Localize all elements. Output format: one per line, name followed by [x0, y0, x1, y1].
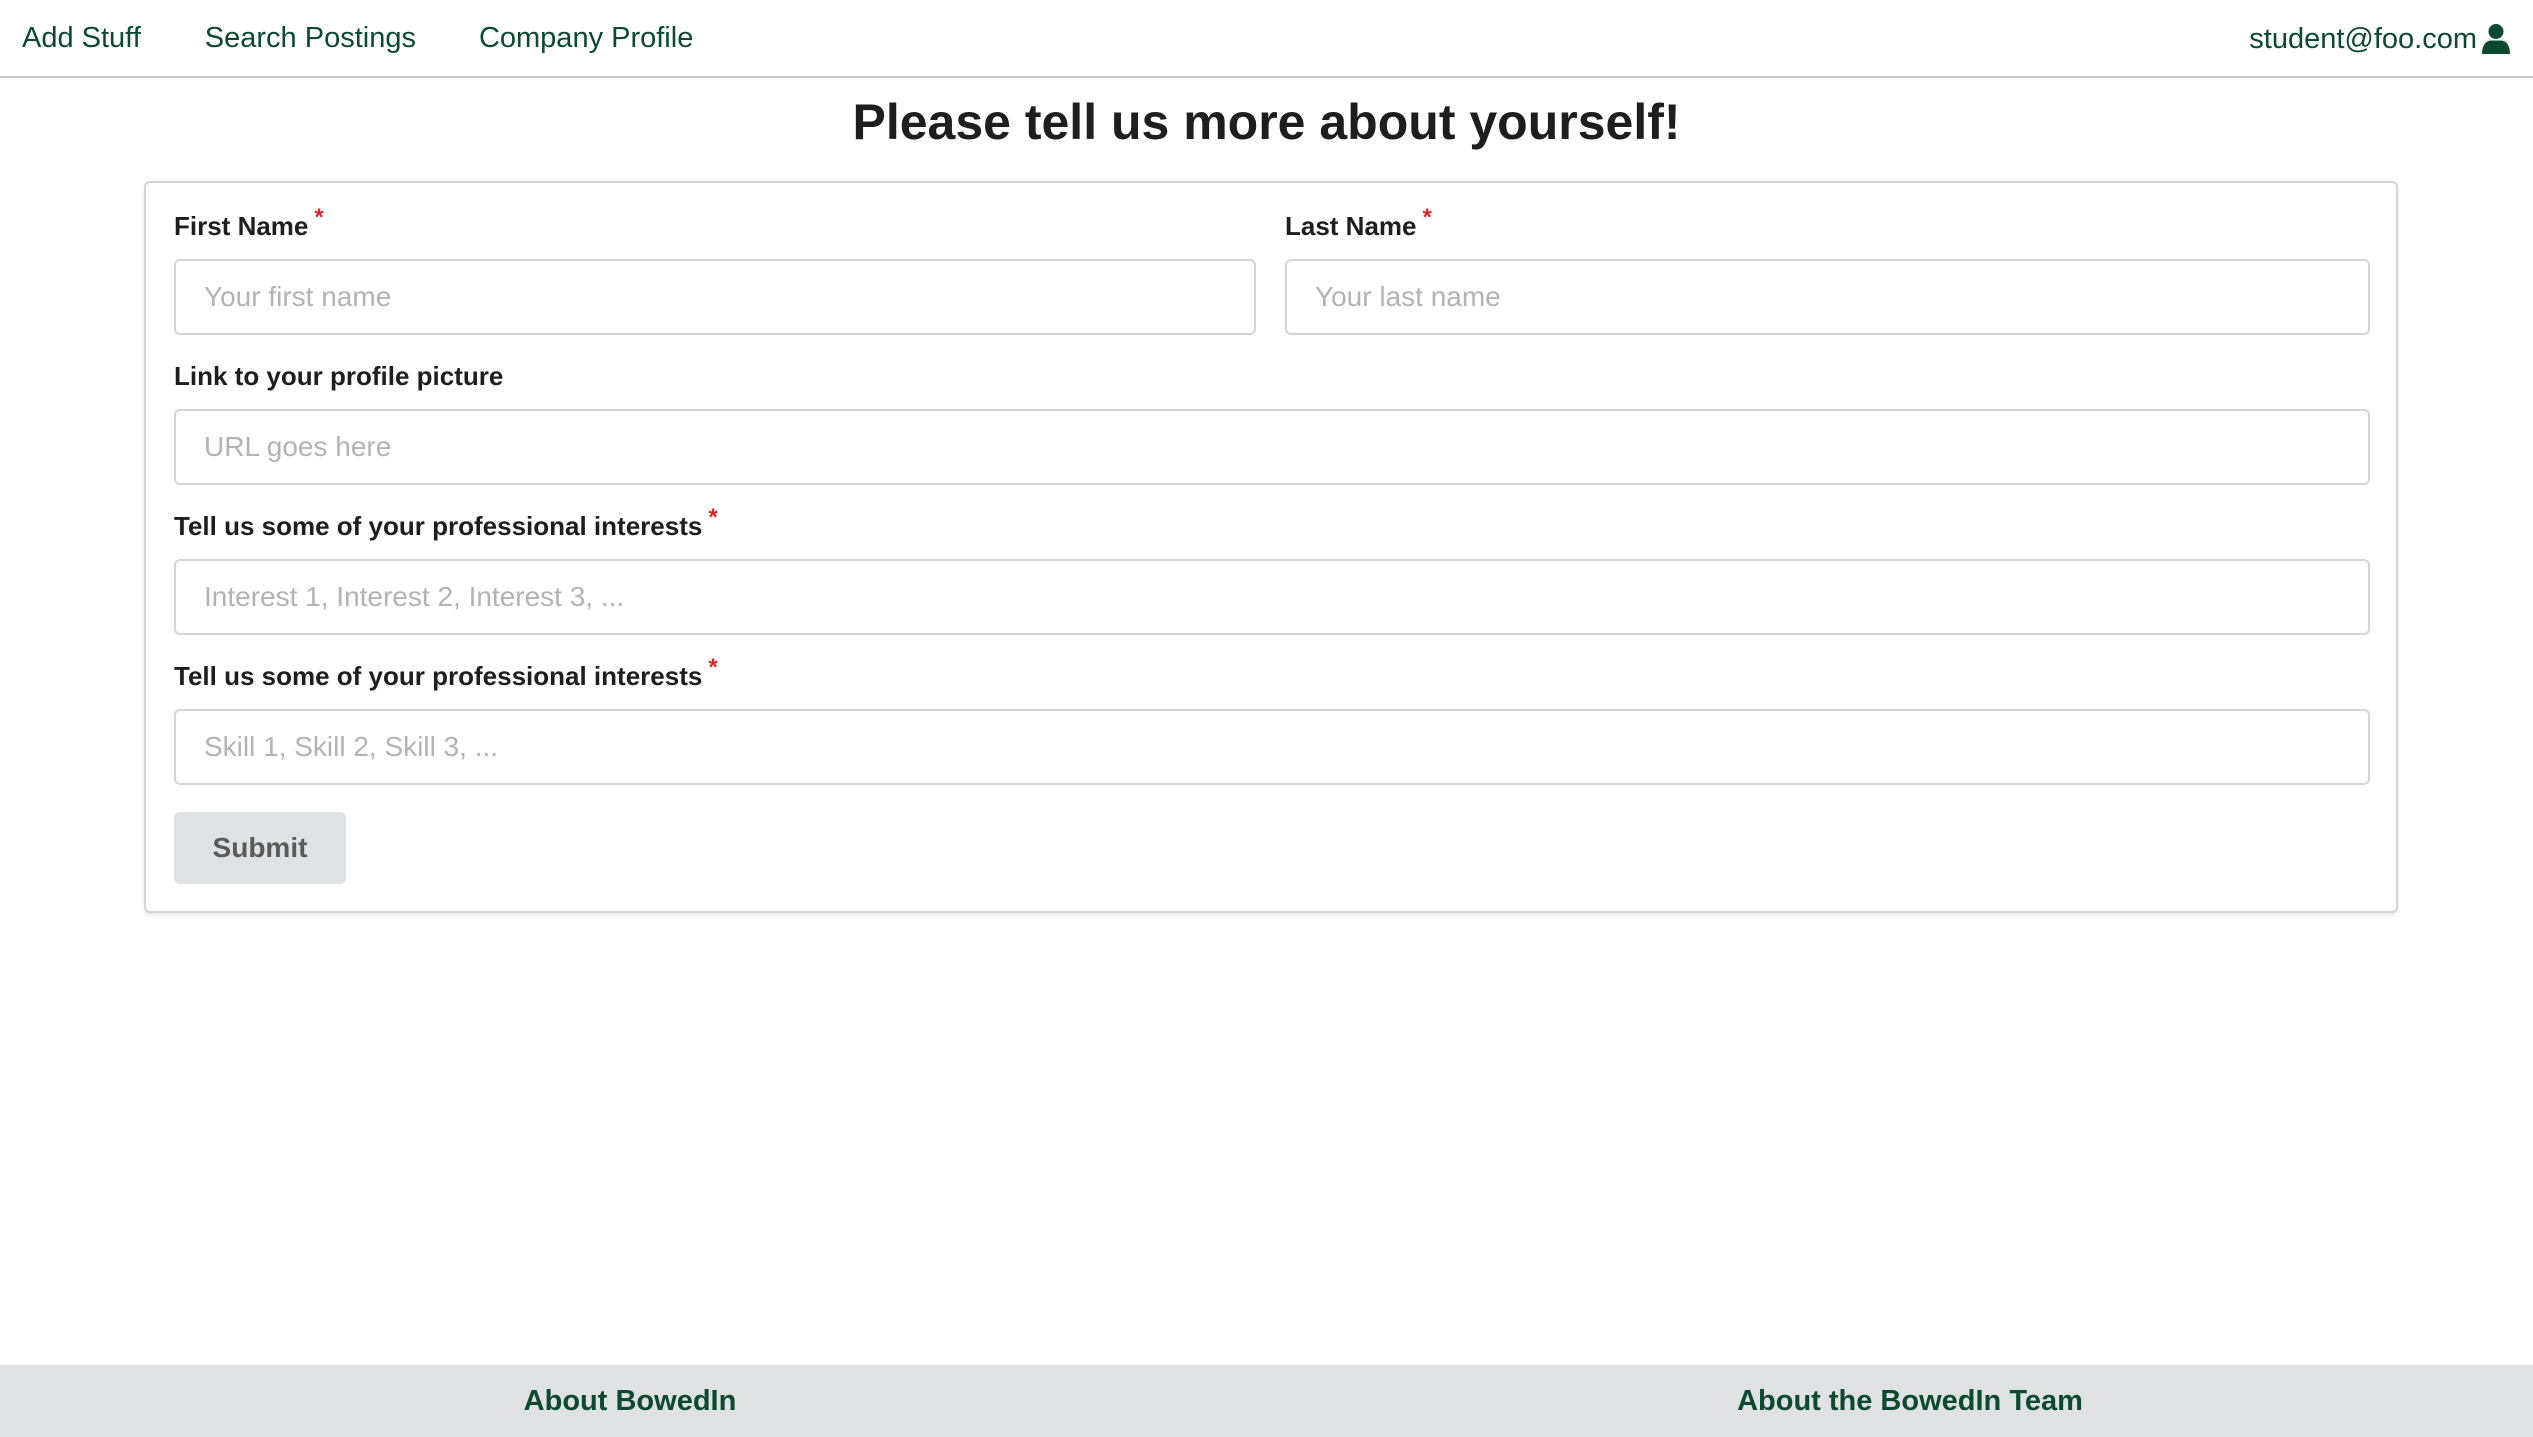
interests-input[interactable]: [174, 559, 2370, 635]
interests-field: Tell us some of your professional intere…: [174, 504, 2370, 635]
required-marker: *: [314, 204, 324, 231]
skills-label: Tell us some of your professional intere…: [174, 661, 703, 691]
nav-link-company-profile[interactable]: Company Profile: [458, 0, 714, 77]
user-menu[interactable]: student@foo.com: [2249, 0, 2511, 78]
footer-link-team[interactable]: About the BowedIn Team: [1737, 1365, 2083, 1437]
submit-button[interactable]: Submit: [174, 812, 346, 884]
required-marker: *: [1422, 204, 1432, 231]
profile-picture-label: Link to your profile picture: [174, 361, 504, 391]
skills-input[interactable]: [174, 709, 2370, 785]
footer: About BowedIn About the BowedIn Team: [0, 1365, 2533, 1437]
user-icon: [2482, 24, 2510, 54]
nav-link-add-stuff[interactable]: Add Stuff: [0, 0, 183, 77]
required-marker: *: [708, 504, 718, 531]
page-title: Please tell us more about yourself!: [852, 94, 1681, 150]
nav-link-search-postings[interactable]: Search Postings: [183, 0, 458, 77]
skills-field: Tell us some of your professional intere…: [174, 654, 2370, 785]
last-name-field: Last Name *: [1285, 204, 2370, 335]
profile-form: First Name* Last Name* Link to your prof…: [144, 181, 2398, 913]
required-marker: *: [708, 654, 718, 681]
first-name-input[interactable]: [174, 259, 1256, 335]
interests-label: Tell us some of your professional intere…: [174, 511, 703, 541]
first-name-field: First Name *: [174, 204, 1256, 335]
profile-picture-input[interactable]: [174, 409, 2370, 485]
last-name-input[interactable]: [1285, 259, 2370, 335]
first-name-label: First Name: [174, 211, 309, 241]
profile-picture-field: Link to your profile picture: [174, 359, 2370, 485]
top-navbar: Add Stuff Search Postings Company Profil…: [0, 0, 2533, 78]
user-email: student@foo.com: [2249, 22, 2477, 55]
footer-link-about[interactable]: About BowedIn: [524, 1365, 737, 1437]
last-name-label: Last Name: [1285, 211, 1417, 241]
nav-links: Add Stuff Search Postings Company Profil…: [0, 0, 714, 76]
